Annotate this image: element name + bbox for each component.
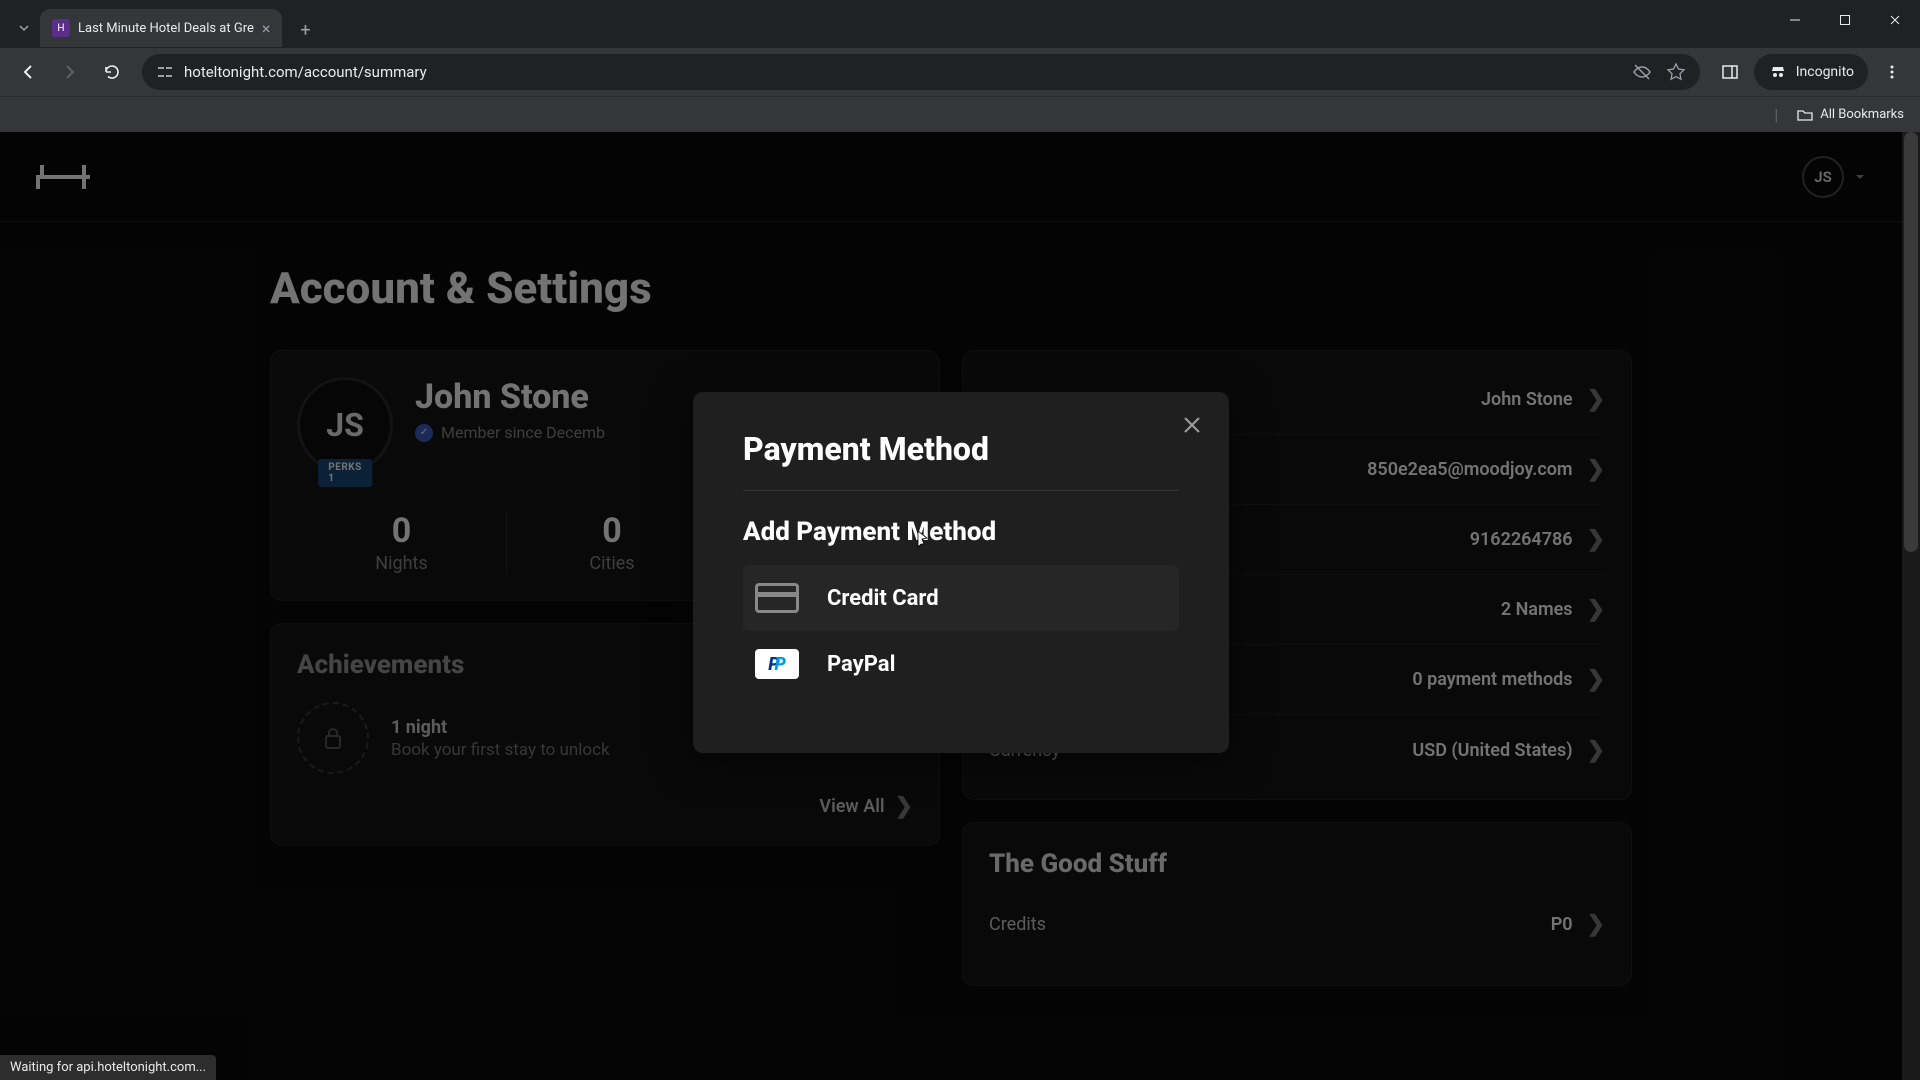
side-panel-button[interactable]	[1712, 54, 1748, 90]
browser-menu-button[interactable]	[1874, 54, 1910, 90]
page-content: JS Account & Settings JS PERKS 1 John St…	[0, 132, 1902, 1080]
reload-button[interactable]	[94, 54, 130, 90]
address-bar[interactable]: hoteltonight.com/account/summary	[142, 54, 1700, 90]
back-button[interactable]	[10, 54, 46, 90]
new-tab-button[interactable]: +	[290, 15, 320, 45]
folder-icon	[1796, 106, 1814, 124]
url-text: hoteltonight.com/account/summary	[184, 63, 427, 81]
paypal-icon: PP	[753, 647, 801, 681]
scrollbar-thumb[interactable]	[1904, 132, 1918, 552]
close-icon	[1181, 414, 1203, 436]
bookmark-star-icon[interactable]	[1666, 62, 1686, 82]
tab-search-dropdown[interactable]	[8, 9, 40, 47]
all-bookmarks-button[interactable]: All Bookmarks	[1796, 106, 1904, 124]
browser-toolbar: hoteltonight.com/account/summary Incogni…	[0, 48, 1920, 96]
modal-close-button[interactable]	[1181, 414, 1203, 436]
browser-status-bar: Waiting for api.hoteltonight.com...	[0, 1055, 216, 1080]
forward-button[interactable]	[52, 54, 88, 90]
window-controls	[1770, 0, 1920, 40]
tab-title: Last Minute Hotel Deals at Gre	[78, 21, 254, 36]
vertical-scrollbar[interactable]	[1902, 132, 1920, 1080]
chevron-down-icon	[18, 22, 30, 34]
tab-favicon: H	[52, 19, 70, 37]
maximize-button[interactable]	[1820, 0, 1870, 40]
minimize-button[interactable]	[1770, 0, 1820, 40]
payment-method-modal: Payment Method Add Payment Method Credit…	[693, 392, 1229, 753]
modal-title: Payment Method	[743, 430, 1179, 491]
eye-off-icon[interactable]	[1632, 62, 1652, 82]
tab-strip: H Last Minute Hotel Deals at Gre × +	[0, 0, 320, 48]
close-window-button[interactable]	[1870, 0, 1920, 40]
incognito-icon	[1768, 62, 1788, 82]
modal-subtitle: Add Payment Method	[743, 517, 1179, 547]
browser-titlebar: H Last Minute Hotel Deals at Gre × +	[0, 0, 1920, 48]
site-settings-icon[interactable]	[156, 63, 174, 81]
credit-card-icon	[753, 581, 801, 615]
bookmark-bar: | All Bookmarks	[0, 96, 1920, 132]
browser-tab[interactable]: H Last Minute Hotel Deals at Gre ×	[40, 9, 282, 47]
payment-option-paypal[interactable]: PP PayPal	[743, 631, 1179, 697]
incognito-badge[interactable]: Incognito	[1754, 54, 1868, 90]
tab-close-button[interactable]: ×	[262, 19, 271, 38]
payment-option-credit-card[interactable]: Credit Card	[743, 565, 1179, 631]
